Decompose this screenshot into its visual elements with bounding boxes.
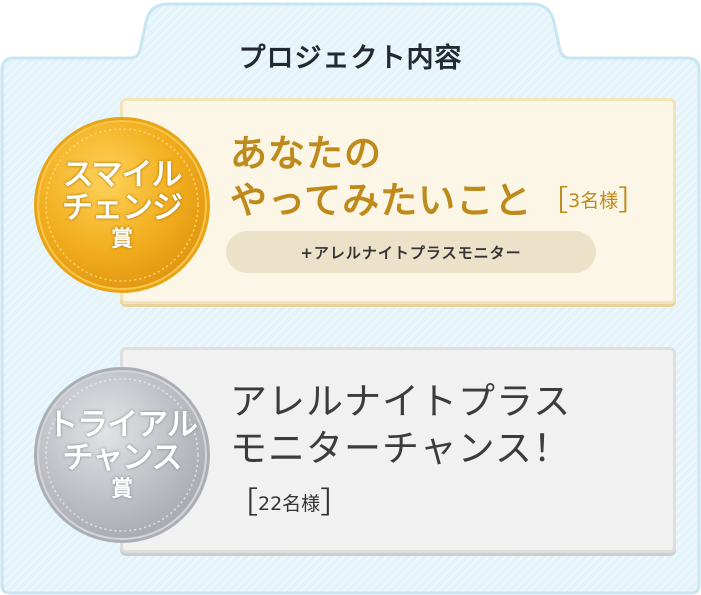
silver-count: 22名様 — [258, 493, 321, 515]
gold-medal-label: スマイル チェンジ 賞 — [22, 105, 222, 305]
silver-title-line-2: モニターチャンス！ — [230, 427, 571, 470]
gold-medal: スマイル チェンジ 賞 — [22, 105, 222, 305]
medal-line-1: スマイル — [62, 156, 182, 193]
monitor-bonus-pill: +アレルナイトプラスモニター — [226, 231, 596, 273]
bracket-open: ［ — [540, 184, 569, 217]
medal-line-3: 賞 — [110, 226, 133, 252]
medal-line-3: 賞 — [110, 476, 133, 502]
gold-award-title: あなたの やってみたいこと ［3名様］ — [230, 130, 646, 225]
silver-medal-label: トライアル チャンス 賞 — [22, 355, 222, 555]
gold-count: 3名様 — [568, 190, 619, 212]
silver-title-line-1: アレルナイトプラス — [230, 380, 572, 423]
bracket-close: ］ — [320, 486, 351, 521]
gold-title-line-2: やってみたいこと — [230, 179, 533, 222]
silver-medal: トライアル チャンス 賞 — [22, 355, 222, 555]
section-title: プロジェクト内容 — [238, 43, 463, 74]
medal-line-2: チャンス — [62, 440, 182, 477]
bracket-open: ［ — [228, 486, 258, 521]
silver-count-badge: ［22名様］ — [228, 478, 350, 522]
silver-award-title: アレルナイトプラス モニターチャンス！ — [230, 378, 571, 472]
gold-count-badge: ［3名様］ — [540, 177, 646, 225]
gold-title-line-2-row: やってみたいこと ［3名様］ — [230, 177, 646, 225]
bracket-close: ］ — [618, 184, 647, 217]
medal-line-1: トライアル — [47, 406, 198, 443]
medal-line-2: チェンジ — [62, 190, 183, 227]
project-contents-panel: プロジェクト内容 スマイル チェンジ 賞 あなたの やってみたいこと ［3名様］ … — [0, 0, 701, 595]
gold-title-line-1: あなたの — [230, 132, 382, 175]
